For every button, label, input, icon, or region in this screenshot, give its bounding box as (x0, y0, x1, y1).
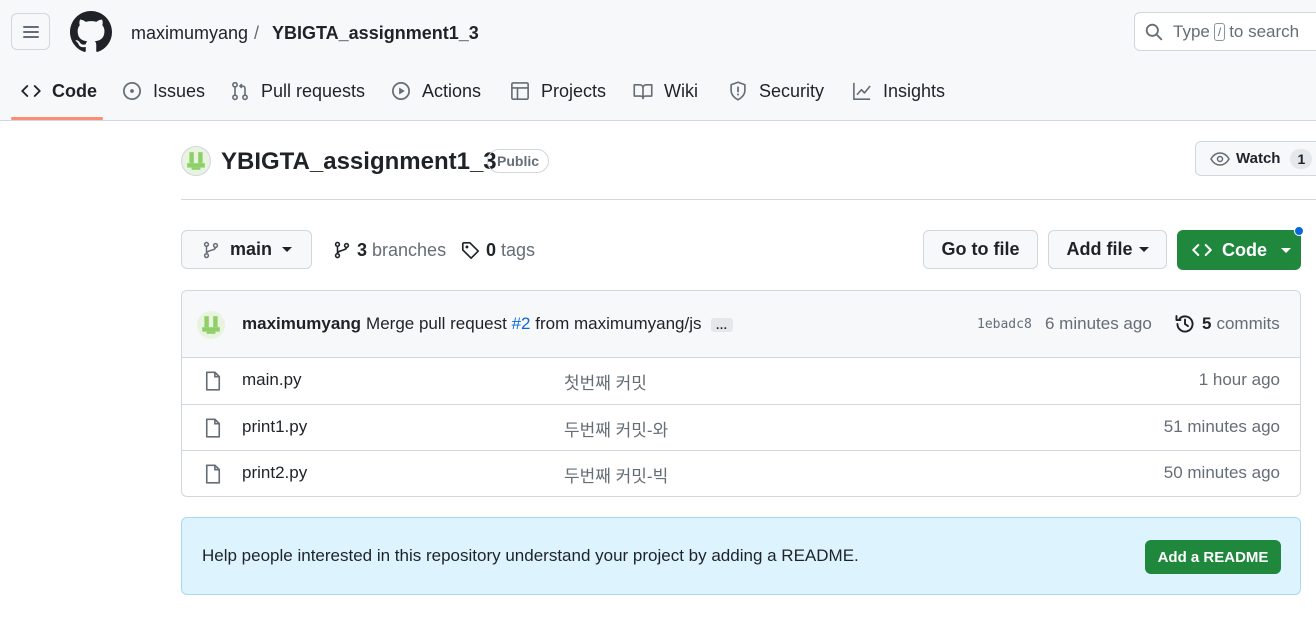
file-name-link[interactable]: print2.py (242, 463, 307, 483)
tab-insights[interactable]: Insights (851, 70, 945, 121)
branch-name: main (230, 239, 273, 259)
breadcrumb-separator: / (254, 23, 260, 43)
tab-security[interactable]: Security (727, 70, 824, 121)
file-icon (204, 464, 222, 484)
hamburger-menu-button[interactable] (11, 13, 50, 50)
tab-projects-label: Projects (541, 81, 607, 101)
title-divider (181, 199, 1316, 200)
tab-wiki-label: Wiki (664, 81, 698, 101)
file-commit-message[interactable]: 두번째 커밋-와 (564, 416, 668, 441)
file-commit-message[interactable]: 첫번째 커밋 (564, 369, 647, 394)
tab-security-label: Security (759, 81, 825, 101)
branches-count: 3 (357, 240, 368, 260)
commit-time: 6 minutes ago (1045, 314, 1152, 333)
go-to-file-button[interactable]: Go to file (923, 230, 1038, 269)
commits-count: 5 (1202, 314, 1212, 333)
watch-label: Watch (1236, 150, 1281, 167)
code-button[interactable]: Code (1177, 230, 1301, 270)
tags-count: 0 (486, 240, 497, 260)
tab-issues-label: Issues (153, 81, 206, 101)
tab-projects[interactable]: Projects (509, 70, 606, 121)
commits-label: commits (1216, 314, 1280, 333)
tab-wiki[interactable]: Wiki (632, 70, 698, 121)
global-header: maximumyang / YBIGTA_assignment1_3 Type … (0, 0, 1316, 121)
tab-actions-label: Actions (422, 81, 482, 101)
branches-link[interactable]: 3 branches (333, 238, 446, 262)
file-icon (204, 418, 222, 438)
add-readme-button[interactable]: Add a README (1145, 540, 1281, 574)
commit-message: maximumyang Merge pull request #2 from ma… (242, 313, 733, 335)
graph-icon (851, 80, 873, 102)
commit-author-avatar[interactable] (197, 311, 225, 339)
book-icon (632, 80, 654, 102)
tab-insights-label: Insights (883, 81, 946, 101)
breadcrumb-repo-link[interactable]: YBIGTA_assignment1_3 (272, 22, 479, 44)
code-button-label: Code (1222, 239, 1267, 260)
file-row[interactable]: print1.py 두번째 커밋-와 51 minutes ago (182, 404, 1300, 450)
repo-title[interactable]: YBIGTA_assignment1_3 (221, 147, 497, 177)
chevron-down-icon (282, 247, 293, 252)
commit-message-branch[interactable]: from maximumyang/js (535, 314, 701, 333)
branch-select-button[interactable]: main (181, 230, 312, 269)
search-icon (1145, 23, 1163, 41)
file-name-link[interactable]: main.py (242, 370, 302, 390)
readme-banner: Help people interested in this repositor… (181, 517, 1301, 595)
commit-sha-link[interactable]: 1ebadc8 (977, 317, 1032, 332)
file-row[interactable]: print2.py 두번째 커밋-빅 50 minutes ago (182, 450, 1300, 496)
github-logo-icon[interactable] (70, 11, 112, 53)
tab-code-label: Code (52, 81, 97, 101)
expand-commit-button[interactable]: … (710, 317, 733, 332)
tags-link[interactable]: 0 tags (461, 238, 535, 262)
file-row[interactable]: main.py 첫번째 커밋 1 hour ago (182, 358, 1300, 404)
file-name-link[interactable]: print1.py (242, 417, 307, 437)
breadcrumb-owner-link[interactable]: maximumyang (131, 22, 248, 44)
history-icon (1174, 313, 1196, 335)
chevron-down-icon (1281, 247, 1291, 253)
add-file-label: Add file (1066, 239, 1133, 259)
file-commit-time: 50 minutes ago (1163, 463, 1280, 482)
tab-pull-requests[interactable]: Pull requests (229, 70, 365, 121)
tags-label: tags (501, 240, 536, 260)
code-icon (20, 80, 42, 102)
commit-message-text[interactable]: Merge pull request (366, 314, 507, 333)
file-icon (204, 371, 222, 391)
code-icon (1192, 240, 1212, 260)
tab-issues[interactable]: Issues (121, 70, 205, 121)
git-branch-icon (334, 241, 350, 259)
search-suffix: to search (1229, 21, 1300, 41)
file-browser: maximumyang Merge pull request #2 from ma… (181, 290, 1301, 497)
play-icon (390, 80, 412, 102)
branches-label: branches (372, 240, 447, 260)
selected-tab-underline (11, 117, 103, 120)
pull-request-icon (229, 80, 251, 102)
file-commit-message[interactable]: 두번째 커밋-빅 (564, 462, 668, 487)
commit-author-link[interactable]: maximumyang (242, 314, 361, 333)
readme-banner-text: Help people interested in this repositor… (202, 546, 859, 565)
watch-count: 1 (1290, 148, 1313, 169)
tag-icon (461, 241, 480, 259)
search-input[interactable]: Type / to search (1134, 12, 1316, 51)
git-branch-icon (202, 241, 220, 259)
chevron-down-icon (1138, 247, 1149, 252)
pull-request-link[interactable]: #2 (512, 314, 531, 333)
hamburger-icon (22, 25, 39, 38)
commits-history-link[interactable]: 5 commits (1174, 313, 1280, 335)
tab-actions[interactable]: Actions (390, 70, 481, 121)
tab-pull-requests-label: Pull requests (261, 81, 366, 101)
notification-dot (1294, 226, 1304, 236)
eye-icon (1210, 151, 1230, 167)
add-file-button[interactable]: Add file (1048, 230, 1167, 269)
search-prefix: Type (1173, 21, 1210, 41)
search-shortcut-key: / (1213, 22, 1226, 41)
file-commit-time: 1 hour ago (1198, 370, 1280, 389)
repo-owner-avatar[interactable] (181, 146, 211, 176)
visibility-badge: Public (487, 149, 550, 173)
tab-code[interactable]: Code (20, 70, 97, 121)
file-commit-time: 51 minutes ago (1163, 417, 1280, 436)
latest-commit-bar: maximumyang Merge pull request #2 from ma… (182, 291, 1300, 358)
table-icon (509, 80, 531, 102)
watch-button[interactable]: Watch 1 (1195, 141, 1316, 176)
issue-icon (121, 80, 143, 102)
shield-icon (727, 80, 749, 102)
